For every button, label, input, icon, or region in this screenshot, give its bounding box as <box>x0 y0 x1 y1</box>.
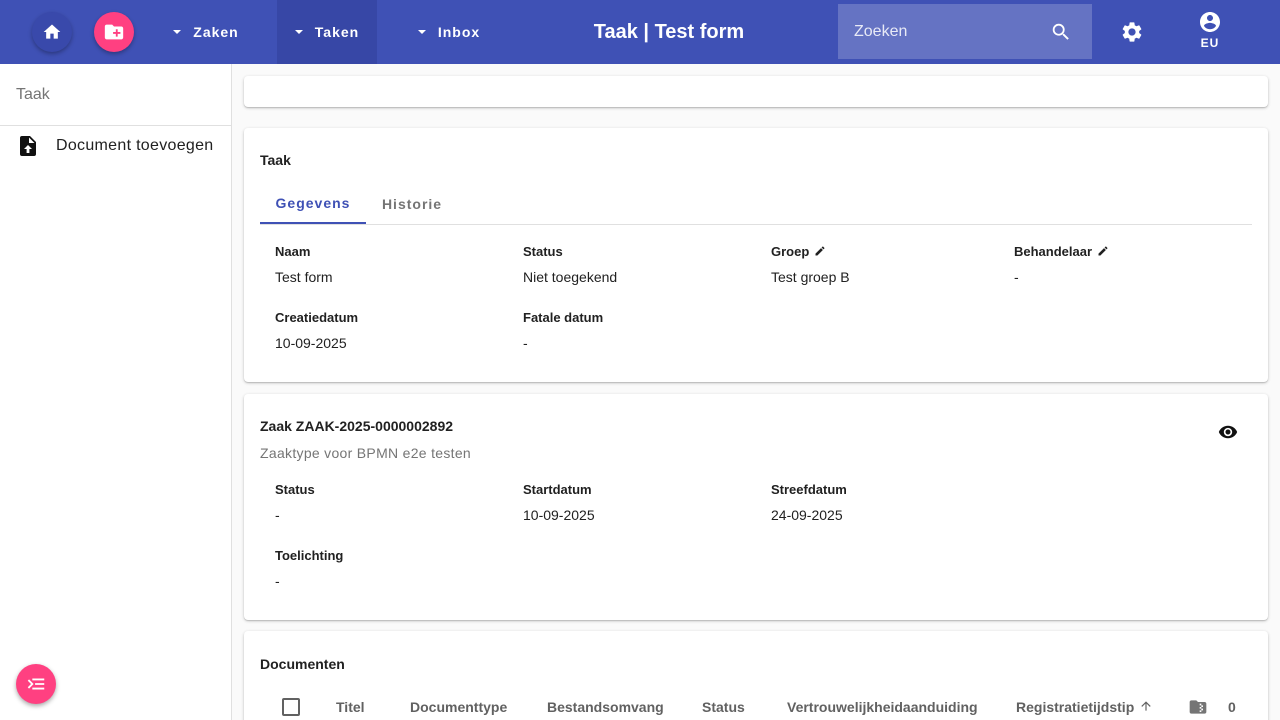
tab-historie[interactable]: Historie <box>366 184 458 224</box>
menu-taken[interactable]: Taken <box>277 0 377 64</box>
field-status: Status Niet toegekend <box>523 243 753 286</box>
documenten-card: Documenten Titel Documenttype Bestandsom… <box>244 631 1268 720</box>
field-label: Toelichting <box>275 547 505 563</box>
account-button[interactable]: EU <box>1190 10 1230 54</box>
new-case-button[interactable] <box>94 12 134 52</box>
column-header-registratietijdstip[interactable]: Registratietijdstip <box>1016 699 1134 715</box>
taak-card: Taak Gegevens Historie Naam Test form St… <box>244 128 1268 382</box>
menu-zaken[interactable]: Zaken <box>156 0 256 64</box>
field-label: Creatiedatum <box>275 309 505 325</box>
caret-down-icon <box>294 30 303 34</box>
field-label-text: Behandelaar <box>1014 243 1093 259</box>
column-header-titel[interactable]: Titel <box>336 699 365 715</box>
field-label-text: Groep <box>771 243 810 259</box>
field-label-text: Naam <box>275 243 311 259</box>
field-value: - <box>275 573 280 589</box>
home-icon <box>43 24 61 39</box>
documenten-table-header: Titel Documenttype Bestandsomvang Status… <box>260 695 1252 719</box>
field-label: Status <box>523 243 753 259</box>
field-value: - <box>523 335 528 351</box>
search-icon[interactable] <box>1050 21 1072 43</box>
field-toelichting: Toelichting - <box>275 547 505 590</box>
field-value: - <box>275 507 280 523</box>
pencil-icon[interactable] <box>1097 245 1109 257</box>
field-label: Naam <box>275 243 505 259</box>
field-label: Streefdatum <box>771 481 1001 497</box>
field-label-text: Status <box>523 243 563 259</box>
sidebar: Taak Document toevoegen <box>0 64 232 720</box>
search-box <box>838 4 1092 59</box>
field-behandelaar: Behandelaar - <box>1014 243 1244 285</box>
field-value: - <box>1014 269 1019 285</box>
menu-open-icon <box>27 678 45 690</box>
documenten-card-title: Documenten <box>260 656 345 672</box>
zaak-card: Zaak ZAAK-2025-0000002892 Zaaktype voor … <box>244 394 1268 620</box>
field-label: Groep <box>771 243 1001 259</box>
column-header-bestandsomvang[interactable]: Bestandsomvang <box>547 699 664 715</box>
gear-icon[interactable] <box>1120 20 1144 44</box>
menu-taken-label: Taken <box>314 24 360 40</box>
home-button[interactable] <box>32 12 72 52</box>
menu-inbox[interactable]: Inbox <box>399 0 499 64</box>
column-header-status[interactable]: Status <box>702 699 745 715</box>
field-streefdatum: Streefdatum 24-09-2025 <box>771 481 1001 524</box>
menu-zaken-label: Zaken <box>193 24 239 40</box>
field-label-text: Streefdatum <box>771 481 847 497</box>
eye-icon[interactable] <box>1216 422 1240 442</box>
field-zaak-status: Status - <box>275 481 505 524</box>
field-value: Test groep B <box>771 269 850 285</box>
sidebar-item-label: Document toevoegen <box>56 137 214 154</box>
select-all-checkbox[interactable] <box>282 698 300 716</box>
search-input[interactable] <box>838 4 1048 59</box>
folder-plus-icon <box>104 24 124 40</box>
field-label: Startdatum <box>523 481 753 497</box>
top-app-bar: Zaken Taken Inbox Taak | Test form EU <box>0 0 1280 64</box>
zaak-card-title: Zaak ZAAK-2025-0000002892 <box>260 418 454 434</box>
field-label-text: Status <box>275 481 315 497</box>
sidebar-header: Taak <box>0 64 231 126</box>
menu-inbox-label: Inbox <box>437 24 481 40</box>
field-naam: Naam Test form <box>275 243 505 286</box>
field-value: Test form <box>275 269 333 285</box>
page-title: Taak | Test form <box>593 20 745 43</box>
field-label-text: Fatale datum <box>523 309 604 325</box>
column-header-documenttype[interactable]: Documenttype <box>410 699 507 715</box>
field-startdatum: Startdatum 10-09-2025 <box>523 481 753 524</box>
field-label: Fatale datum <box>523 309 753 325</box>
field-label-text: Creatiedatum <box>275 309 359 325</box>
tab-gegevens[interactable]: Gegevens <box>260 184 366 224</box>
field-value: Niet toegekend <box>523 269 618 285</box>
zaak-card-subtitle: Zaaktype voor BPMN e2e testen <box>260 445 472 461</box>
side-menu-toggle-button[interactable] <box>16 664 56 704</box>
field-label: Behandelaar <box>1014 243 1244 259</box>
field-label-text: Startdatum <box>523 481 592 497</box>
caret-down-icon <box>417 30 426 34</box>
file-upload-icon <box>20 136 36 156</box>
sidebar-item-document-toevoegen[interactable]: Document toevoegen <box>0 126 231 166</box>
column-header-vertrouwelijkheidaanduiding[interactable]: Vertrouwelijkheidaanduiding <box>787 699 978 715</box>
folder-zip-icon[interactable] <box>1187 697 1209 717</box>
pencil-icon[interactable] <box>814 245 826 257</box>
document-count: 0 <box>1228 699 1236 715</box>
field-value: 24-09-2025 <box>771 507 843 523</box>
caret-down-icon <box>173 30 182 34</box>
field-label-text: Toelichting <box>275 547 344 563</box>
field-groep: Groep Test groep B <box>771 243 1001 286</box>
taak-tabs: Gegevens Historie <box>260 184 1252 225</box>
taak-card-title: Taak <box>260 152 291 168</box>
field-creatiedatum: Creatiedatum 10-09-2025 <box>275 309 505 352</box>
account-circle-icon <box>1200 12 1220 32</box>
empty-form-card <box>244 76 1268 107</box>
field-label: Status <box>275 481 505 497</box>
account-initials: EU <box>1200 36 1220 50</box>
field-fatale-datum: Fatale datum - <box>523 309 753 352</box>
sort-arrow-up-icon[interactable] <box>1139 699 1153 713</box>
field-value: 10-09-2025 <box>275 335 347 351</box>
field-value: 10-09-2025 <box>523 507 595 523</box>
